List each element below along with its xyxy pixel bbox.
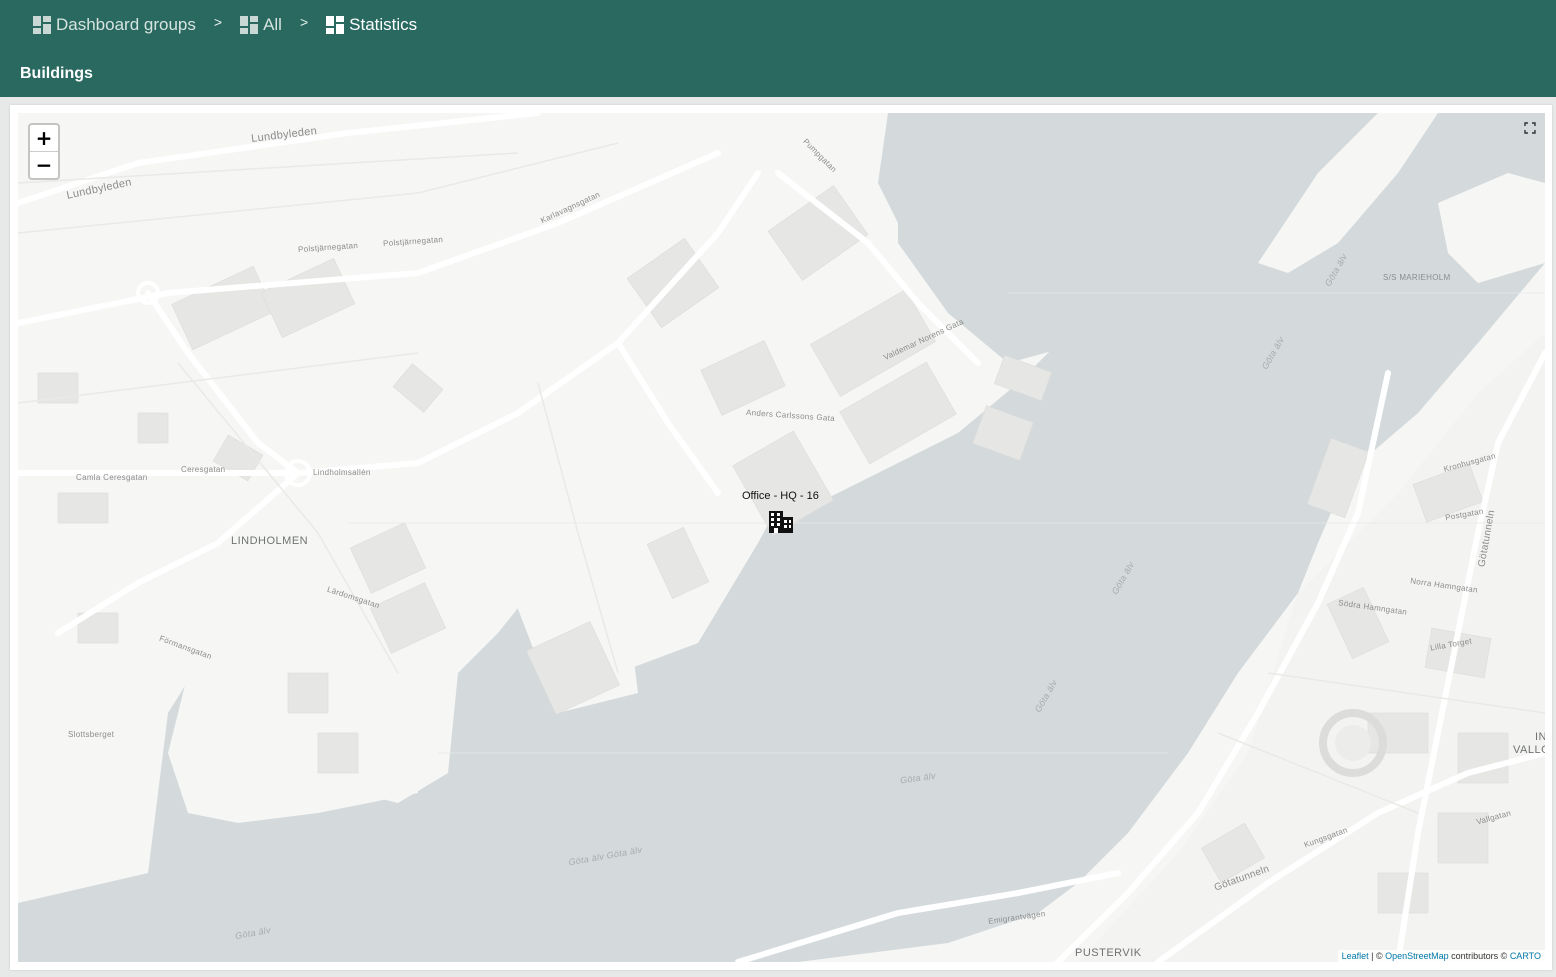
district-label: LINDHOLMEN [231,535,309,547]
zoom-in-button[interactable]: + [30,125,58,151]
map-attribution: Leaflet | © OpenStreetMap contributors ©… [1337,950,1545,962]
breadcrumb-separator: > [299,14,309,30]
dashboard-grid-icon [240,16,259,34]
attribution-text: | © [1368,951,1386,961]
breadcrumb-all[interactable]: All [240,15,282,35]
marker-label: Office - HQ - 16 [742,490,819,502]
district-label: PUSTERVIK [1075,947,1142,959]
carto-link[interactable]: CARTO [1510,951,1541,961]
attribution-text: contributors © [1448,951,1510,961]
map-view[interactable]: Lundbyleden Lundbyleden Polstjärnegatan … [18,113,1545,962]
leaflet-link[interactable]: Leaflet [1342,951,1369,961]
dashboard-grid-icon [33,16,51,34]
district-label: IN [1535,731,1545,743]
top-header: Dashboard groups > All > Statistics Buil… [0,0,1556,97]
breadcrumb-label: Dashboard groups [56,15,196,34]
fullscreen-icon[interactable] [1523,121,1537,135]
zoom-out-button[interactable]: − [30,151,58,178]
dashboard-grid-icon [326,16,345,34]
breadcrumb-separator: > [213,14,223,30]
building-icon[interactable] [768,510,794,534]
breadcrumb-dashboard-groups[interactable]: Dashboard groups [33,15,196,35]
street-label: Lindholmsallén [313,468,371,477]
zoom-control: + − [28,123,60,180]
street-label: Ceresgatan [181,465,226,474]
poi-label: S/S MARIEHOLM [1383,273,1451,282]
breadcrumb-statistics[interactable]: Statistics [326,15,417,35]
street-label: Slottsberget [68,730,115,739]
breadcrumb: Dashboard groups > All > Statistics [33,12,417,38]
breadcrumb-label: Statistics [349,15,418,34]
breadcrumb-label: All [263,15,282,34]
street-label: Camla Ceresgatan [76,473,148,482]
page-title: Buildings [20,65,93,82]
district-label: VALLO [1513,744,1545,756]
osm-link[interactable]: OpenStreetMap [1385,951,1449,961]
